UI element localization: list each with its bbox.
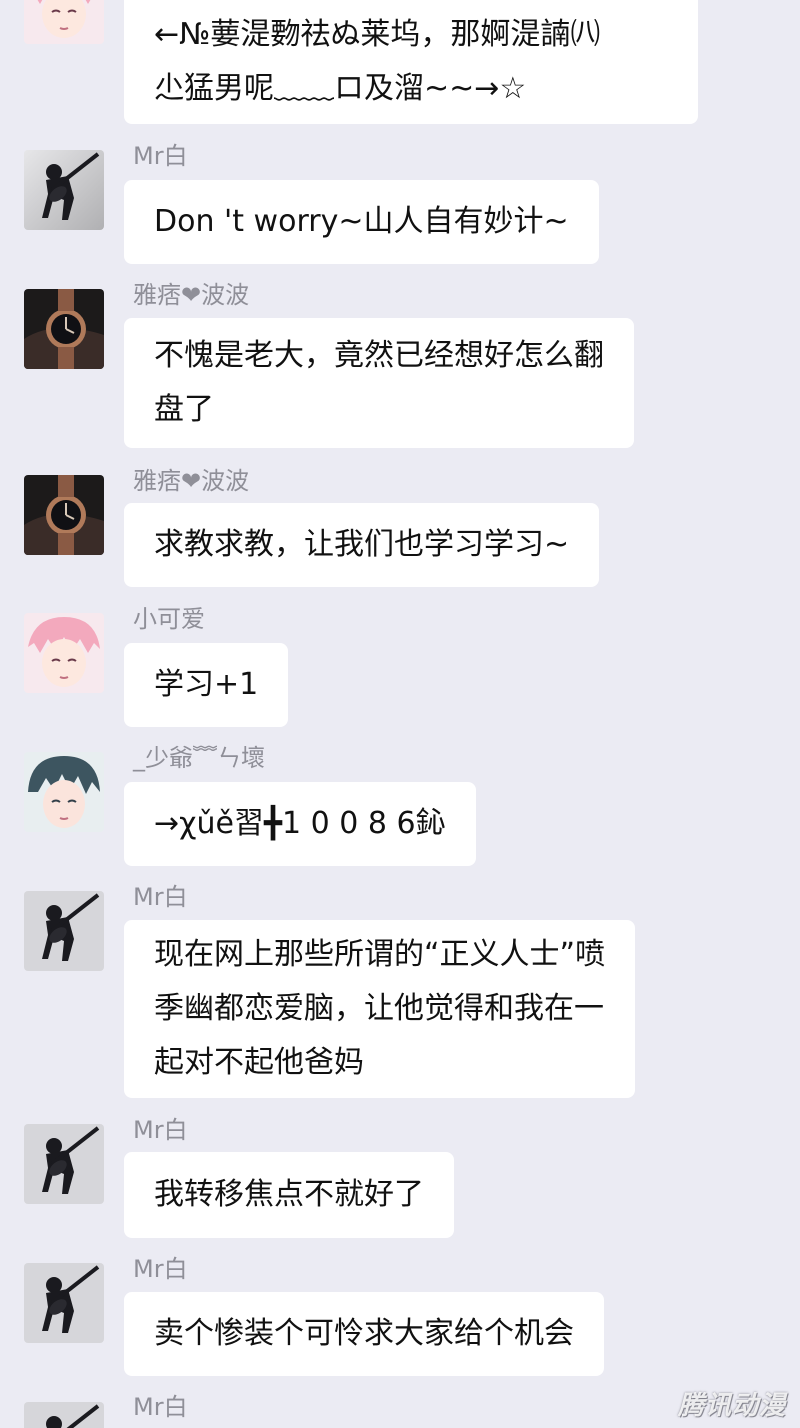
sender-name: Mr白 [133, 1116, 188, 1144]
sender-name: Mr白 [133, 142, 188, 170]
sender-name: 雅痞❤波波 [133, 281, 250, 309]
message-text: 卖个惨装个可怜求大家给个机会 [154, 1316, 574, 1351]
sender-name: _少爺﹌ㄣ壞 [133, 744, 265, 772]
message-text: 学习+1 [154, 667, 259, 702]
chat-thread: ←№葽湜覅祛ぬ莱坞，那婀湜諵㈧ 尐猛男呢﹏﹏ロ及溜~~→☆ Mr白 Don 't… [0, 0, 800, 1428]
message-text: 现在网上那些所谓的“正义人士”喷 季幽都恋爱脑，让他觉得和我在一 起对不起他爸妈 [154, 937, 606, 1080]
guitarist-avatar[interactable] [24, 1402, 104, 1428]
wristwatch-avatar[interactable] [24, 289, 104, 369]
watermark-logo: 腾讯动漫 [677, 1391, 786, 1421]
sender-name: Mr白 [133, 883, 188, 911]
guitarist-avatar[interactable] [24, 1263, 104, 1343]
guitarist-avatar[interactable] [24, 891, 104, 971]
dark-haired-boy-avatar[interactable] [24, 752, 104, 832]
message-bubble[interactable]: 卖个惨装个可怜求大家给个机会 [124, 1292, 604, 1376]
message-bubble[interactable]: →χǔě習╋1 0 0 8 6鈊 [124, 782, 476, 866]
message-text: ←№葽湜覅祛ぬ莱坞，那婀湜諵㈧ 尐猛男呢﹏﹏ロ及溜~~→☆ [154, 17, 601, 106]
message-bubble[interactable]: ←№葽湜覅祛ぬ莱坞，那婀湜諵㈧ 尐猛男呢﹏﹏ロ及溜~~→☆ [124, 0, 698, 124]
message-text: 我转移焦点不就好了 [154, 1177, 424, 1212]
pink-haired-boy-avatar[interactable] [24, 613, 104, 693]
sender-name: 小可爱 [133, 605, 205, 633]
message-text: 不愧是老大，竟然已经想好怎么翻 盘了 [154, 338, 604, 427]
sender-name: Mr白 [133, 1393, 188, 1421]
message-text: 求教求教，让我们也学习学习~ [154, 527, 570, 562]
pink-haired-boy-avatar[interactable] [24, 0, 104, 44]
message-bubble[interactable]: Don 't worry~山人自有妙计~ [124, 180, 599, 264]
message-bubble[interactable]: 不愧是老大，竟然已经想好怎么翻 盘了 [124, 318, 634, 448]
message-bubble[interactable]: 求教求教，让我们也学习学习~ [124, 503, 600, 587]
message-bubble[interactable]: 我转移焦点不就好了 [124, 1152, 454, 1238]
sender-name: 雅痞❤波波 [133, 467, 250, 495]
wristwatch-avatar[interactable] [24, 475, 104, 555]
message-bubble[interactable]: 现在网上那些所谓的“正义人士”喷 季幽都恋爱脑，让他觉得和我在一 起对不起他爸妈 [124, 920, 636, 1098]
guitarist-avatar[interactable] [24, 150, 104, 230]
message-bubble[interactable]: 学习+1 [124, 643, 289, 727]
message-text: Don 't worry~山人自有妙计~ [154, 204, 569, 239]
message-text: →χǔě習╋1 0 0 8 6鈊 [154, 806, 446, 841]
guitarist-avatar[interactable] [24, 1124, 104, 1204]
sender-name: Mr白 [133, 1255, 188, 1283]
